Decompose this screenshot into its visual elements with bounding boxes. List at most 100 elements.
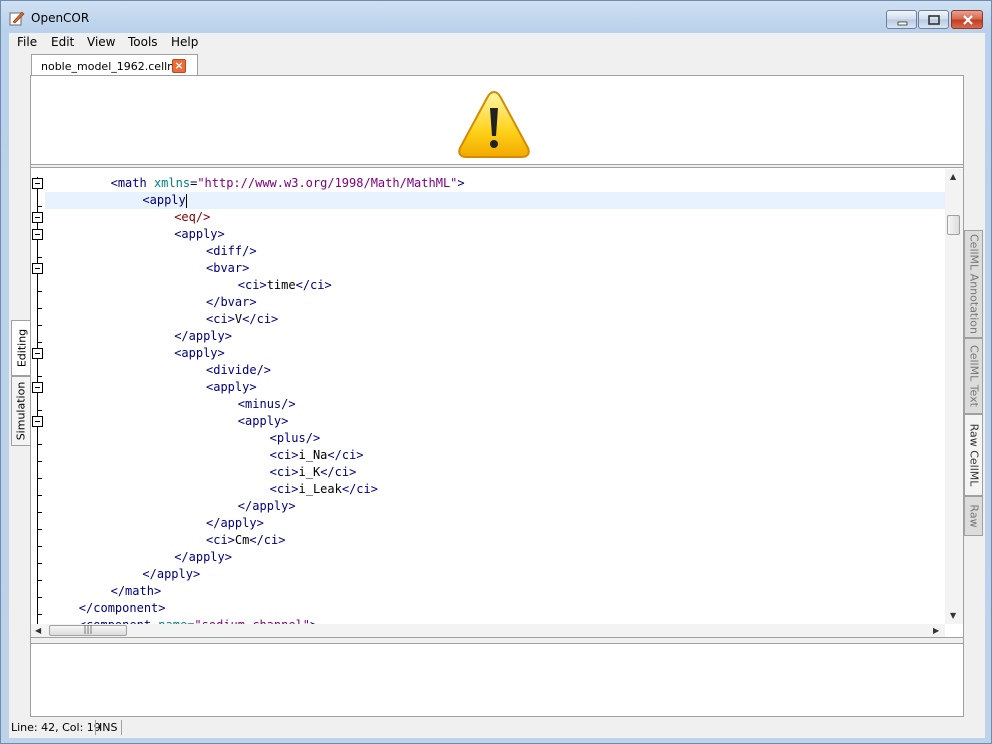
code-token: > xyxy=(457,176,465,190)
code-line[interactable]: <apply> xyxy=(45,413,945,430)
tab-simulation[interactable]: Simulation xyxy=(11,376,31,446)
code-token: <minus/> xyxy=(237,397,296,411)
warning-icon xyxy=(458,90,530,158)
splitter-bottom[interactable] xyxy=(31,637,963,644)
scroll-left-icon[interactable]: ◀ xyxy=(35,626,41,635)
fold-tick xyxy=(37,563,42,564)
code-token: "http://www.w3.org/1998/Math/MathML" xyxy=(197,176,458,190)
menu-file[interactable]: File xyxy=(17,35,37,49)
code-line[interactable]: </component> xyxy=(45,600,945,617)
scroll-right-icon[interactable]: ▶ xyxy=(933,626,939,635)
fold-tick xyxy=(37,410,42,411)
fold-tick xyxy=(37,478,42,479)
code-line[interactable]: </apply> xyxy=(45,549,945,566)
fold-toggle-icon[interactable] xyxy=(32,416,43,427)
maximize-button[interactable] xyxy=(918,10,949,29)
fold-toggle-icon[interactable] xyxy=(32,263,43,274)
code-token: <apply> xyxy=(174,227,225,241)
fold-toggle-icon[interactable] xyxy=(32,229,43,240)
fold-tick xyxy=(37,308,42,309)
minimize-button[interactable] xyxy=(886,10,917,29)
menu-view[interactable]: View xyxy=(87,35,115,49)
scroll-up-icon[interactable]: ▲ xyxy=(950,172,956,181)
code-line[interactable]: <ci>i_Leak</ci> xyxy=(45,481,945,498)
fold-tick xyxy=(37,580,42,581)
code-line[interactable]: <apply xyxy=(45,192,945,209)
horizontal-scroll-thumb[interactable]: ||| xyxy=(49,625,127,636)
tab-cellml-annotation[interactable]: CellML Annotation xyxy=(964,230,983,338)
menu-edit[interactable]: Edit xyxy=(51,35,74,49)
code-line[interactable]: <apply> xyxy=(45,345,945,362)
fold-toggle-icon[interactable] xyxy=(32,382,43,393)
code-line[interactable]: <plus/> xyxy=(45,430,945,447)
code-token: i_K xyxy=(298,465,321,479)
code-token: Cm xyxy=(234,533,250,547)
window-title: OpenCOR xyxy=(31,11,90,25)
edit-mode: INS xyxy=(99,721,118,734)
code-token: </apply> xyxy=(174,550,232,564)
code-token: <plus/> xyxy=(269,431,321,445)
code-line[interactable]: <ci>time</ci> xyxy=(45,277,945,294)
scroll-down-icon[interactable]: ▼ xyxy=(950,611,956,620)
menu-help[interactable]: Help xyxy=(171,35,198,49)
horizontal-scrollbar[interactable]: ◀ ||| ▶ xyxy=(31,624,945,637)
fold-toggle-icon[interactable] xyxy=(32,178,43,189)
code-token: <ci> xyxy=(206,312,235,326)
fold-tick xyxy=(37,512,42,513)
code-token: <apply> xyxy=(206,380,257,394)
fold-toggle-icon[interactable] xyxy=(32,212,43,223)
code-token: </ci> xyxy=(249,533,286,547)
main-panel: <math xmlns="http://www.w3.org/1998/Math… xyxy=(30,75,964,717)
fold-tick xyxy=(37,376,42,377)
fold-tick xyxy=(37,546,42,547)
code-token: </ci> xyxy=(327,448,364,462)
code-line[interactable]: <minus/> xyxy=(45,396,945,413)
code-line[interactable]: </bvar> xyxy=(45,294,945,311)
code-token: <eq/> xyxy=(174,210,211,224)
code-token: <ci> xyxy=(206,533,235,547)
code-line[interactable]: <ci>i_Na</ci> xyxy=(45,447,945,464)
code-line[interactable]: <bvar> xyxy=(45,260,945,277)
code-line[interactable]: <apply> xyxy=(45,226,945,243)
code-line[interactable]: <divide/> xyxy=(45,362,945,379)
close-window-button[interactable] xyxy=(951,10,983,29)
vertical-scrollbar[interactable]: ▲ ▼ xyxy=(945,169,963,624)
file-tab-noble-model[interactable]: noble_model_1962.cellml* × xyxy=(31,54,198,77)
code-line[interactable]: <ci>i_K</ci> xyxy=(45,464,945,481)
fold-tick xyxy=(37,597,42,598)
code-area[interactable]: <math xmlns="http://www.w3.org/1998/Math… xyxy=(45,169,945,624)
code-token: time xyxy=(266,278,296,292)
fold-tick xyxy=(37,325,42,326)
code-line[interactable]: <diff/> xyxy=(45,243,945,260)
tab-editing-label: Editing xyxy=(15,328,28,368)
title-bar[interactable]: OpenCOR xyxy=(1,1,991,33)
tab-cellml-text[interactable]: CellML Text xyxy=(964,338,983,414)
code-line[interactable]: </apply> xyxy=(45,498,945,515)
code-line[interactable]: <math xmlns="http://www.w3.org/1998/Math… xyxy=(45,175,945,192)
code-line[interactable]: </apply> xyxy=(45,566,945,583)
menu-tools[interactable]: Tools xyxy=(128,35,158,49)
raw-cellml-editor[interactable]: <math xmlns="http://www.w3.org/1998/Math… xyxy=(31,169,963,637)
code-token: </ci> xyxy=(295,278,332,292)
tab-raw[interactable]: Raw xyxy=(964,496,983,536)
code-line[interactable]: </apply> xyxy=(45,328,945,345)
splitter-top[interactable] xyxy=(31,165,963,168)
fold-toggle-icon[interactable] xyxy=(32,348,43,359)
code-token: <ci> xyxy=(269,482,299,496)
code-line[interactable]: <apply> xyxy=(45,379,945,396)
code-token: <apply> xyxy=(237,414,289,428)
code-line[interactable]: </math> xyxy=(45,583,945,600)
close-tab-icon[interactable]: × xyxy=(172,59,186,73)
code-line[interactable]: <component name="sodium_channel"> xyxy=(45,617,945,624)
vertical-scroll-thumb[interactable] xyxy=(947,215,960,235)
code-line[interactable]: <ci>V</ci> xyxy=(45,311,945,328)
tab-raw-cellml[interactable]: Raw CellML xyxy=(964,414,983,496)
tab-editing[interactable]: Editing xyxy=(11,320,31,376)
code-token: <ci> xyxy=(269,448,299,462)
opencor-window: OpenCOR File Edit View Tools Help noble_… xyxy=(0,0,992,744)
code-line[interactable]: <ci>Cm</ci> xyxy=(45,532,945,549)
code-line[interactable]: <eq/> xyxy=(45,209,945,226)
code-line[interactable]: </apply> xyxy=(45,515,945,532)
code-token: <diff/> xyxy=(206,244,257,258)
code-token: </ci> xyxy=(320,465,357,479)
